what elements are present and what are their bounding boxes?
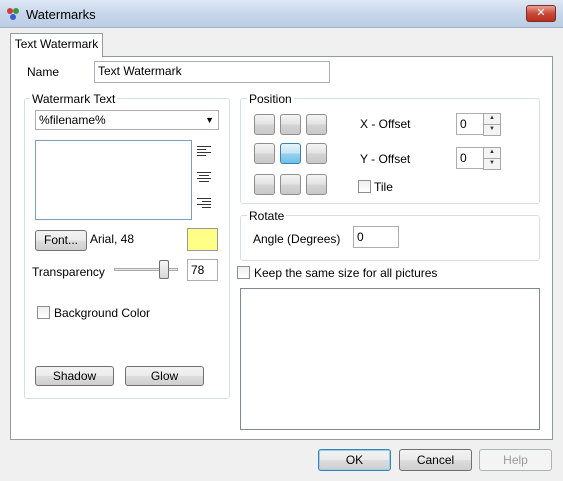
name-label: Name — [27, 65, 60, 79]
x-offset-input[interactable]: 0 — [456, 113, 486, 135]
font-description: Arial, 48 — [90, 232, 135, 246]
transparency-slider-thumb[interactable] — [158, 260, 169, 279]
shadow-button[interactable]: Shadow — [35, 366, 114, 386]
ok-button[interactable]: OK — [318, 449, 391, 471]
background-color-checkbox[interactable] — [37, 306, 50, 319]
x-offset-spinner[interactable]: ▲ ▼ — [483, 113, 501, 136]
tab-text-watermark[interactable]: Text Watermark — [10, 33, 103, 57]
transparency-input[interactable]: 78 — [187, 259, 218, 281]
position-middle-right-button[interactable] — [306, 143, 327, 164]
rotate-group-label: Rotate — [247, 209, 287, 223]
cancel-button[interactable]: Cancel — [399, 449, 472, 471]
position-bottom-left-button[interactable] — [254, 174, 275, 195]
position-top-left-button[interactable] — [254, 114, 275, 135]
y-offset-spinner[interactable]: ▲ ▼ — [483, 147, 501, 170]
align-center-icon[interactable] — [197, 172, 213, 184]
keep-size-checkbox[interactable] — [237, 266, 250, 279]
tile-label: Tile — [374, 180, 393, 194]
name-input[interactable]: Text Watermark — [94, 61, 330, 83]
background-color-label: Background Color — [54, 306, 151, 320]
chevron-down-icon: ▼ — [205, 115, 214, 125]
spin-down-icon[interactable]: ▼ — [483, 158, 501, 170]
glow-button[interactable]: Glow — [125, 366, 204, 386]
font-button[interactable]: Font... — [35, 230, 87, 251]
transparency-label: Transparency — [32, 265, 105, 279]
y-offset-label: Y - Offset — [360, 152, 411, 166]
y-offset-input[interactable]: 0 — [456, 147, 486, 169]
spin-down-icon[interactable]: ▼ — [483, 124, 501, 136]
text-color-swatch[interactable] — [187, 228, 218, 251]
angle-label: Angle (Degrees) — [253, 232, 341, 246]
align-right-icon[interactable] — [197, 198, 213, 210]
x-offset-label: X - Offset — [360, 117, 411, 131]
preview-panel — [240, 288, 540, 430]
position-bottom-center-button[interactable] — [280, 174, 301, 195]
watermark-text-dropdown[interactable]: %filename% ▼ — [35, 110, 219, 130]
position-bottom-right-button[interactable] — [306, 174, 327, 195]
help-button[interactable]: Help — [479, 449, 552, 471]
close-button[interactable]: ✕ — [526, 5, 556, 22]
position-middle-center-button[interactable] — [280, 143, 301, 164]
angle-input[interactable]: 0 — [353, 226, 399, 248]
align-left-icon[interactable] — [197, 146, 213, 158]
watermark-text-area[interactable] — [35, 140, 192, 220]
watermark-text-dropdown-value: %filename% — [39, 113, 106, 127]
position-middle-left-button[interactable] — [254, 143, 275, 164]
window-title: Watermarks — [26, 7, 96, 22]
position-top-center-button[interactable] — [280, 114, 301, 135]
app-icon — [7, 8, 19, 20]
keep-size-label: Keep the same size for all pictures — [254, 266, 438, 280]
tile-checkbox[interactable] — [358, 180, 371, 193]
position-group-label: Position — [247, 92, 294, 106]
position-top-right-button[interactable] — [306, 114, 327, 135]
close-icon: ✕ — [536, 7, 546, 19]
watermark-text-group-label: Watermark Text — [30, 92, 118, 106]
